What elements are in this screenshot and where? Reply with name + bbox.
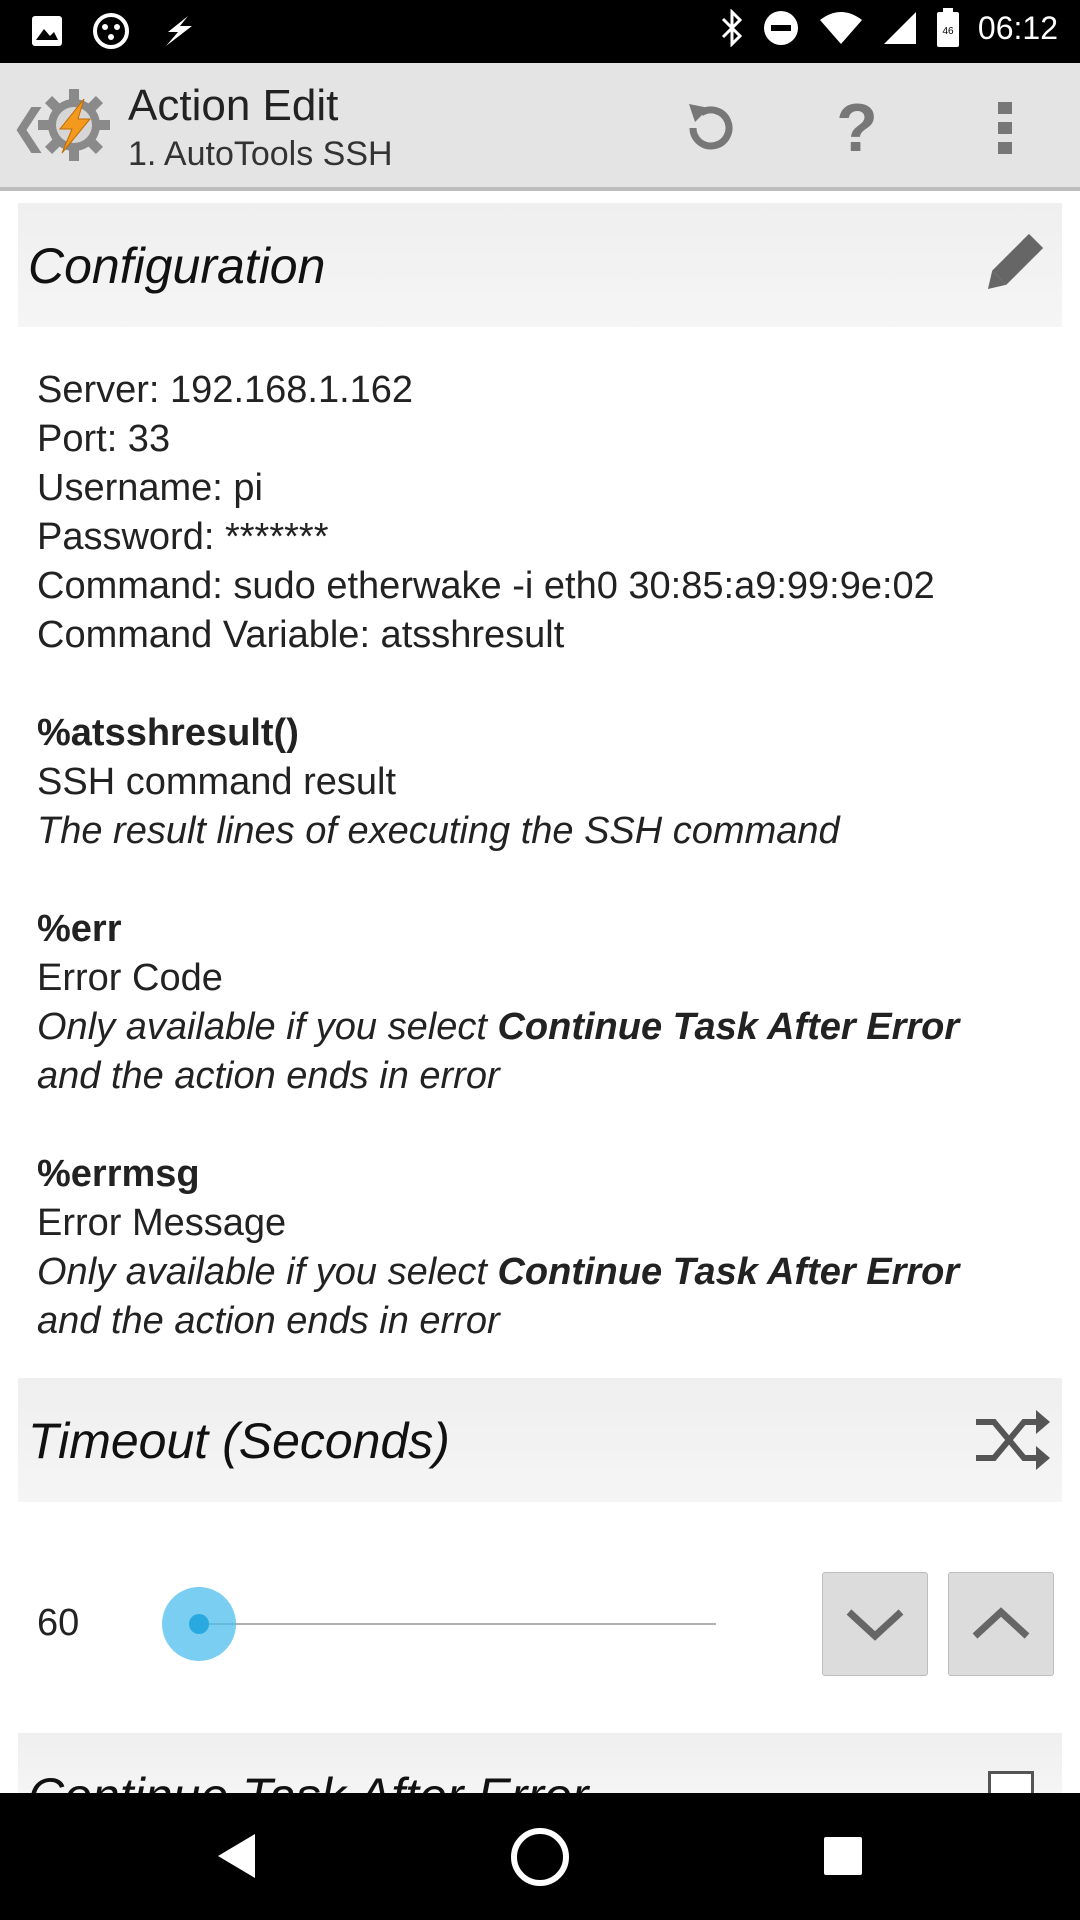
variable-label: SSH command result <box>37 761 397 803</box>
server-line: Server: 192.168.1.162 <box>37 369 414 411</box>
tasker-icon <box>166 16 192 46</box>
status-bar: 46 06:12 <box>0 0 1080 63</box>
image-icon <box>32 16 62 46</box>
timeout-slider-thumb[interactable] <box>162 1587 236 1661</box>
increase-button[interactable] <box>948 1572 1054 1676</box>
wifi-icon <box>819 12 862 44</box>
port-line: Port: 33 <box>37 418 171 460</box>
variable-description: The result lines of executing the SSH co… <box>37 810 840 852</box>
bluetooth-icon <box>721 9 743 47</box>
username-line: Username: pi <box>37 467 263 509</box>
variable-description-tail: and the action ends in error <box>37 1300 500 1342</box>
recents-nav-icon[interactable] <box>824 1837 862 1875</box>
variable-name: %errmsg <box>37 1153 200 1195</box>
variable-name: %atsshresult() <box>37 712 299 754</box>
undo-icon <box>689 104 733 150</box>
variable-description-text: Only available if you select <box>37 1006 498 1048</box>
chevron-up-icon <box>972 1607 1030 1639</box>
variable-label: Error Message <box>37 1202 287 1244</box>
app-icon <box>93 13 129 49</box>
undo-button[interactable] <box>676 93 746 163</box>
chevron-down-icon <box>846 1609 904 1641</box>
variable-description-emphasis: Continue Task After Error <box>497 1006 960 1048</box>
variable-description: Only available if you select Continue Ta… <box>37 1248 1047 1297</box>
more-vert-icon <box>998 102 1012 154</box>
tasker-app-icon[interactable] <box>34 85 114 165</box>
action-bar: ❮ Action Edit 1. AutoTools SSH ? <box>0 63 1080 191</box>
timeout-slider-track[interactable] <box>198 1623 716 1625</box>
configuration-details: Server: 192.168.1.162 Port: 33 Username:… <box>37 366 1047 1346</box>
variable-description: Only available if you select Continue Ta… <box>37 1003 1047 1052</box>
overflow-menu-button[interactable] <box>970 93 1040 163</box>
navigation-bar <box>0 1793 1080 1920</box>
battery-icon: 46 <box>936 8 959 47</box>
continue-after-error-checkbox[interactable] <box>988 1771 1034 1793</box>
continue-after-error-title: Continue Task After Error <box>28 1767 588 1793</box>
shuffle-icon <box>976 1410 1050 1470</box>
timeout-title: Timeout (Seconds) <box>28 1413 450 1469</box>
decrease-button[interactable] <box>822 1572 928 1676</box>
home-nav-icon[interactable] <box>508 1825 572 1889</box>
timeout-header: Timeout (Seconds) <box>18 1378 1062 1502</box>
variable-description-emphasis: Continue Task After Error <box>497 1251 960 1293</box>
configuration-header: Configuration <box>18 203 1062 327</box>
password-line: Password: ******* <box>37 516 329 558</box>
variable-name: %err <box>37 908 122 950</box>
timeout-value: 60 <box>37 1602 80 1644</box>
continue-after-error-header: Continue Task After Error <box>18 1733 1062 1793</box>
configuration-title: Configuration <box>28 238 326 294</box>
command-variable-line: Command Variable: atsshresult <box>37 614 565 656</box>
dnd-icon <box>763 11 798 45</box>
variable-description-tail: and the action ends in error <box>37 1055 500 1097</box>
variable-label: Error Code <box>37 957 223 999</box>
signal-icon <box>883 12 916 44</box>
help-button[interactable]: ? <box>822 90 892 166</box>
battery-label: 46 <box>942 26 954 37</box>
page-title: Action Edit <box>128 81 339 130</box>
pencil-icon <box>987 233 1044 290</box>
status-time: 06:12 <box>977 9 1058 46</box>
back-nav-icon[interactable] <box>215 1831 259 1881</box>
variable-toggle-button[interactable] <box>972 1400 1052 1480</box>
edit-configuration-button[interactable] <box>972 225 1052 305</box>
variable-description-text: Only available if you select <box>37 1251 498 1293</box>
command-line: Command: sudo etherwake -i eth0 30:85:a9… <box>37 565 935 607</box>
page-subtitle: 1. AutoTools SSH <box>128 135 393 173</box>
